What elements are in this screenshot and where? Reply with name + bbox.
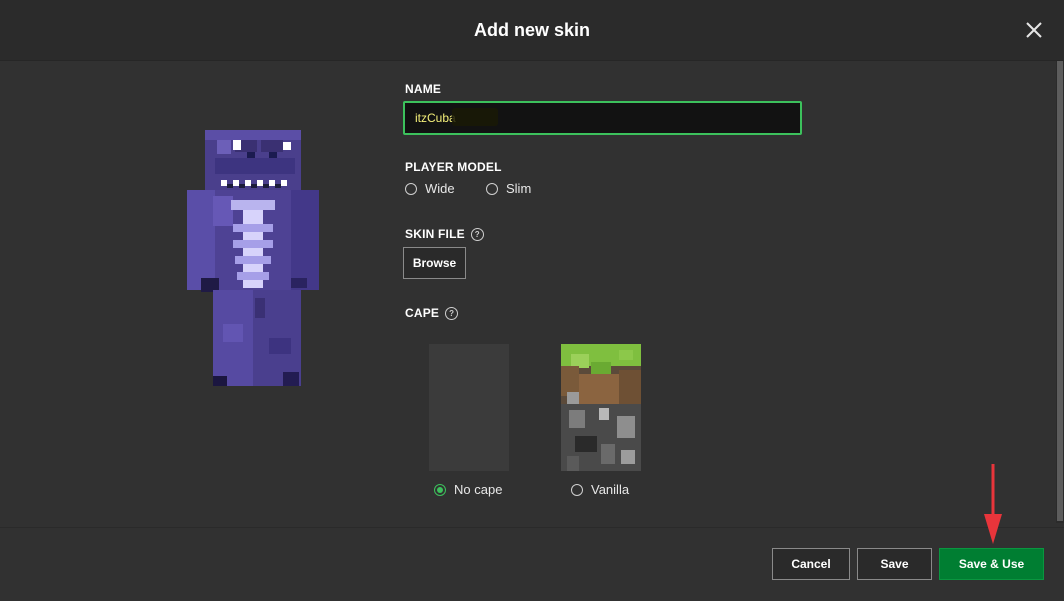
radio-circle bbox=[486, 182, 498, 195]
player-model-slim-radio[interactable]: Slim bbox=[486, 181, 531, 196]
radio-label-wide: Wide bbox=[425, 181, 455, 196]
cape-none-preview[interactable] bbox=[429, 344, 509, 471]
cape-no-cape-radio[interactable]: No cape bbox=[434, 482, 502, 497]
red-arrow-annotation bbox=[984, 464, 1002, 544]
scrollbar[interactable] bbox=[1056, 61, 1064, 523]
radio-label-slim: Slim bbox=[506, 181, 532, 196]
save-button[interactable]: Save bbox=[857, 548, 932, 580]
close-icon bbox=[1026, 22, 1042, 38]
cancel-button[interactable]: Cancel bbox=[772, 548, 850, 580]
redacted-area bbox=[452, 108, 498, 126]
skin-file-label-text: SKIN FILE bbox=[405, 227, 465, 241]
close-button[interactable] bbox=[1020, 16, 1048, 44]
radio-label-vanilla: Vanilla bbox=[591, 482, 630, 497]
cape-vanilla-radio[interactable]: Vanilla bbox=[571, 482, 629, 497]
player-model-wide-radio[interactable]: Wide bbox=[405, 181, 455, 196]
cape-label: CAPE? bbox=[405, 306, 459, 320]
browse-button[interactable]: Browse bbox=[403, 247, 466, 279]
radio-circle-selected bbox=[434, 483, 446, 496]
name-label: NAME bbox=[405, 82, 442, 96]
skin-preview-image bbox=[187, 130, 319, 386]
help-icon[interactable]: ? bbox=[445, 307, 459, 320]
dialog-title: Add new skin bbox=[473, 20, 590, 40]
scrollbar-thumb[interactable] bbox=[1057, 61, 1063, 521]
cape-label-text: CAPE bbox=[405, 306, 440, 320]
player-model-label: PLAYER MODEL bbox=[405, 160, 502, 174]
save-and-use-button[interactable]: Save & Use bbox=[939, 548, 1044, 580]
help-icon[interactable]: ? bbox=[470, 228, 484, 241]
radio-label-no-cape: No cape bbox=[454, 482, 503, 497]
radio-circle bbox=[571, 483, 583, 496]
radio-circle bbox=[405, 182, 417, 195]
skin-file-label: SKIN FILE? bbox=[405, 227, 484, 241]
dialog-header: Add new skin bbox=[0, 0, 1064, 61]
cape-vanilla-preview[interactable] bbox=[561, 344, 641, 471]
